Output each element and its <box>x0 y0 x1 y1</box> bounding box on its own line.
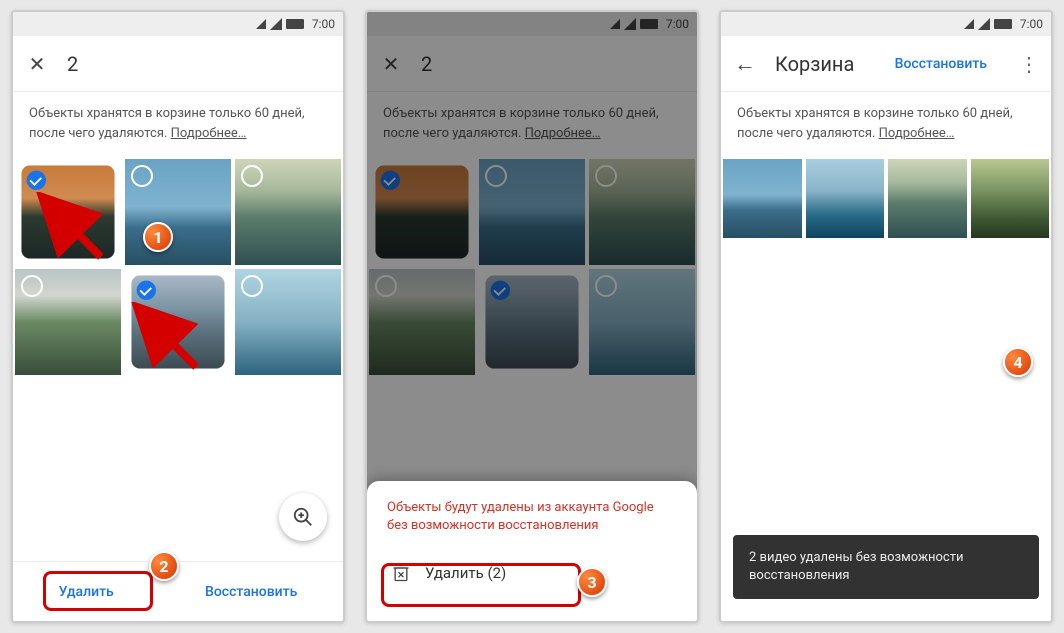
selection-header: ✕ 2 <box>367 36 697 92</box>
cell-icon <box>624 18 636 30</box>
photo-thumbnail[interactable] <box>369 269 475 375</box>
confirm-delete-sheet: Объекты будут удалены из аккаунта Google… <box>367 481 697 621</box>
photo-thumbnail[interactable] <box>589 159 695 265</box>
trash-x-icon <box>391 563 411 583</box>
learn-more-link[interactable]: Подробнее… <box>525 126 601 141</box>
retention-text: Объекты хранятся в корзине только 60 дне… <box>737 106 1013 141</box>
photo-thumbnail[interactable] <box>235 269 341 375</box>
photo-thumbnail[interactable] <box>479 159 585 265</box>
photo-thumbnail[interactable] <box>485 275 578 368</box>
battery-icon <box>286 19 304 29</box>
page-title: Корзина <box>775 52 877 76</box>
select-circle-icon[interactable] <box>595 165 617 187</box>
snackbar-text: 2 видео удалены без возможности восстано… <box>749 550 964 583</box>
status-time: 7:00 <box>312 17 335 31</box>
checkmark-icon[interactable] <box>491 281 510 300</box>
restore-action[interactable]: Восстановить <box>895 56 987 72</box>
wifi-icon <box>256 19 266 29</box>
photo-thumbnail[interactable] <box>888 159 967 238</box>
delete-button[interactable]: Удалить <box>59 584 114 600</box>
learn-more-link[interactable]: Подробнее… <box>879 126 955 141</box>
confirm-delete-label: Удалить (2) <box>425 564 506 582</box>
thumbnail-image <box>806 159 885 238</box>
step-badge-4: 4 <box>1003 347 1033 377</box>
more-icon[interactable]: ⋮ <box>1019 52 1039 76</box>
close-icon[interactable]: ✕ <box>379 52 403 76</box>
photo-thumbnail[interactable] <box>806 159 885 238</box>
retention-text: Объекты хранятся в корзине только 60 дне… <box>383 106 659 141</box>
status-bar: 7:00 <box>367 12 697 36</box>
thumbnail-image <box>723 159 802 238</box>
photo-thumbnail[interactable] <box>21 165 114 258</box>
photo-grid <box>721 159 1051 238</box>
phone-screen-2: 7:00 ✕ 2 Объекты хранятся в корзине толь… <box>365 10 699 623</box>
battery-icon <box>994 19 1012 29</box>
checkmark-icon[interactable] <box>381 171 400 190</box>
confirm-delete-button[interactable]: Удалить (2) <box>387 551 677 595</box>
checkmark-icon[interactable] <box>137 281 156 300</box>
photo-thumbnail[interactable] <box>15 269 121 375</box>
photo-thumbnail[interactable] <box>125 159 231 265</box>
status-time: 7:00 <box>1020 17 1043 31</box>
checkmark-icon[interactable] <box>27 171 46 190</box>
phone-screen-1: 7:00 ✕ 2 Объекты хранятся в корзине толь… <box>11 10 345 623</box>
back-icon[interactable]: ← <box>733 51 757 77</box>
zoom-fab[interactable] <box>279 493 327 541</box>
select-circle-icon[interactable] <box>485 165 507 187</box>
selection-footer: Удалить Восстановить <box>13 561 343 621</box>
delete-warning: Объекты будут удалены из аккаунта Google… <box>387 499 677 535</box>
thumbnail-image <box>888 159 967 238</box>
photo-thumbnail[interactable] <box>375 165 468 258</box>
phone-screen-3: 7:00 ← Корзина Восстановить ⋮ Объекты хр… <box>719 10 1053 623</box>
selection-header: ✕ 2 <box>13 36 343 92</box>
select-circle-icon[interactable] <box>241 275 263 297</box>
select-circle-icon[interactable] <box>375 275 397 297</box>
wifi-icon <box>610 19 620 29</box>
learn-more-link[interactable]: Подробнее… <box>171 126 247 141</box>
battery-icon <box>640 19 658 29</box>
wifi-icon <box>964 19 974 29</box>
select-circle-icon[interactable] <box>241 165 263 187</box>
cell-icon <box>978 18 990 30</box>
photo-grid <box>367 159 697 375</box>
close-icon[interactable]: ✕ <box>25 52 49 76</box>
cell-icon <box>270 18 282 30</box>
photo-thumbnail[interactable] <box>235 159 341 265</box>
status-bar: 7:00 <box>721 12 1051 36</box>
status-bar: 7:00 <box>13 12 343 36</box>
magnify-plus-icon <box>292 506 314 528</box>
selection-count: 2 <box>421 52 685 76</box>
photo-grid <box>13 159 343 375</box>
restore-button[interactable]: Восстановить <box>205 584 297 600</box>
select-circle-icon[interactable] <box>21 275 43 297</box>
thumbnail-image <box>971 159 1050 238</box>
photo-thumbnail[interactable] <box>589 269 695 375</box>
select-circle-icon[interactable] <box>131 165 153 187</box>
retention-banner: Объекты хранятся в корзине только 60 дне… <box>367 92 697 159</box>
retention-text: Объекты хранятся в корзине только 60 дне… <box>29 106 305 141</box>
photo-thumbnail[interactable] <box>131 275 224 368</box>
status-time: 7:00 <box>666 17 689 31</box>
photo-thumbnail[interactable] <box>971 159 1050 238</box>
photo-thumbnail[interactable] <box>723 159 802 238</box>
retention-banner: Объекты хранятся в корзине только 60 дне… <box>13 92 343 159</box>
snackbar: 2 видео удалены без возможности восстано… <box>733 535 1039 599</box>
select-circle-icon[interactable] <box>595 275 617 297</box>
retention-banner: Объекты хранятся в корзине только 60 дне… <box>721 92 1051 159</box>
trash-header: ← Корзина Восстановить ⋮ <box>721 36 1051 92</box>
selection-count: 2 <box>67 52 331 76</box>
